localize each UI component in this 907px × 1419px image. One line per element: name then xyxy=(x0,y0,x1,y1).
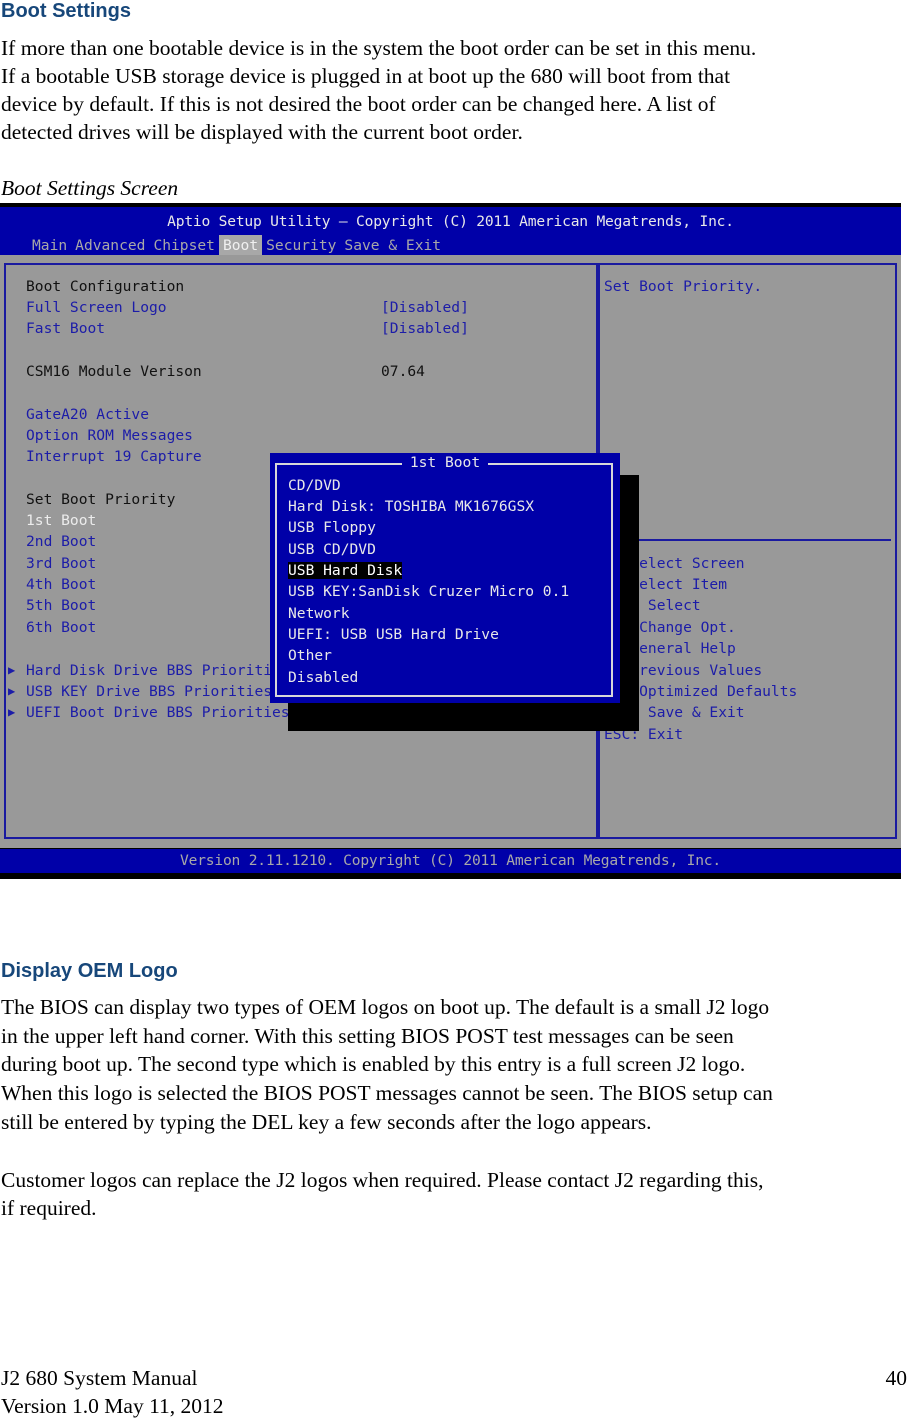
option-3rd-boot[interactable]: 3rd Boot xyxy=(26,553,96,574)
item-label: UEFI Boot Drive BBS Priorities xyxy=(26,704,290,721)
item-label: 1st Boot xyxy=(26,512,97,529)
option-label: USB Floppy xyxy=(288,519,376,536)
popup-option[interactable]: USB Floppy xyxy=(288,517,376,538)
bios-tab-bar: Main Advanced Chipset Boot Security Save… xyxy=(28,235,445,256)
help-divider xyxy=(602,539,891,541)
paragraph-line: if required. xyxy=(1,1196,97,1220)
popup-option[interactable]: Disabled xyxy=(288,667,358,688)
item-label: Boot Configuration xyxy=(26,278,185,295)
item-label: Full Screen Logo xyxy=(26,299,167,316)
item-label: GateA20 Active xyxy=(26,406,150,423)
tab-boot[interactable]: Boot xyxy=(218,235,263,256)
item-label: Option ROM Messages xyxy=(26,427,193,444)
paragraph-line: still be entered by typing the DEL key a… xyxy=(1,1110,652,1134)
submenu-uefi-bbs-priorities[interactable]: UEFI Boot Drive BBS Priorities xyxy=(26,702,290,723)
popup-option[interactable]: CD/DVD xyxy=(288,475,341,496)
popup-title: 1st Boot xyxy=(270,454,620,471)
figure-caption: Boot Settings Screen xyxy=(1,176,179,200)
page-number: 40 xyxy=(885,1366,907,1390)
paragraph-line: device by default. If this is not desire… xyxy=(1,92,716,116)
bios-header: Aptio Setup Utility – Copyright (C) 2011… xyxy=(0,207,901,256)
option-label: Other xyxy=(288,647,332,664)
option-rom-messages[interactable]: Option ROM Messages xyxy=(26,425,193,446)
option-label: UEFI: USB USB Hard Drive xyxy=(288,626,499,643)
tab-advanced[interactable]: Advanced xyxy=(71,235,149,256)
item-label: 2nd Boot xyxy=(26,533,97,550)
item-value: [Disabled] xyxy=(381,299,469,316)
bios-version-text: Version 2.11.1210. Copyright (C) 2011 Am… xyxy=(180,852,721,869)
submenu-arrow-icon: ▶ xyxy=(8,663,16,677)
section-heading-boot-settings: Boot Settings xyxy=(1,0,131,22)
popup-option[interactable]: USB CD/DVD xyxy=(288,539,376,560)
option-label: USB KEY:SanDisk Cruzer Micro 0.1 xyxy=(288,583,570,600)
section-heading-display-oem-logo: Display OEM Logo xyxy=(1,960,178,982)
popup-option[interactable]: Network xyxy=(288,603,350,624)
option-gatea20-active[interactable]: GateA20 Active xyxy=(26,404,149,425)
paragraph-line: detected drives will be displayed with t… xyxy=(1,120,523,144)
tab-security[interactable]: Security xyxy=(262,235,340,256)
popup-option[interactable]: Hard Disk: TOSHIBA MK1676GSX xyxy=(288,496,534,517)
bios-body: Boot Configuration Full Screen Logo [Disa… xyxy=(0,255,901,848)
paragraph-line: When this logo is selected the BIOS POST… xyxy=(1,1081,773,1105)
item-value: [Disabled] xyxy=(381,320,469,337)
option-fast-boot[interactable]: Fast Boot [Disabled] xyxy=(26,318,469,339)
item-label: Fast Boot xyxy=(26,320,106,337)
submenu-arrow-icon: ▶ xyxy=(8,705,16,719)
option-interrupt-19-capture[interactable]: Interrupt 19 Capture xyxy=(26,446,202,467)
option-1st-boot[interactable]: 1st Boot xyxy=(26,510,96,531)
option-4th-boot[interactable]: 4th Boot xyxy=(26,574,96,595)
submenu-hdd-bbs-priorities[interactable]: Hard Disk Drive BBS Prioritie xyxy=(26,660,281,681)
item-label: 5th Boot xyxy=(26,597,97,614)
tab-save-exit[interactable]: Save & Exit xyxy=(340,235,445,256)
submenu-usb-key-bbs-priorities[interactable]: USB KEY Drive BBS Priorities xyxy=(26,681,272,702)
tab-chipset[interactable]: Chipset xyxy=(149,235,219,256)
popup-option[interactable]: Other xyxy=(288,645,332,666)
popup-option-selected[interactable]: USB Hard Disk xyxy=(288,560,403,581)
item-label: 3rd Boot xyxy=(26,555,97,572)
bios-screenshot: Aptio Setup Utility – Copyright (C) 2011… xyxy=(0,203,901,879)
option-2nd-boot[interactable]: 2nd Boot xyxy=(26,531,96,552)
paragraph-line: If more than one bootable device is in t… xyxy=(1,36,757,60)
item-label: Hard Disk Drive BBS Prioritie xyxy=(26,662,281,679)
paragraph-line: If a bootable USB storage device is plug… xyxy=(1,64,731,88)
option-label: Disabled xyxy=(288,669,359,686)
option-label: Network xyxy=(288,605,350,622)
paragraph-line: in the upper left hand corner. With this… xyxy=(1,1024,734,1048)
item-label: USB KEY Drive BBS Priorities xyxy=(26,683,273,700)
item-label: 6th Boot xyxy=(26,619,97,636)
bios-footer: Version 2.11.1210. Copyright (C) 2011 Am… xyxy=(0,849,901,873)
item-label: Set Boot Priority xyxy=(26,491,176,508)
option-label: Hard Disk: TOSHIBA MK1676GSX xyxy=(288,498,535,515)
bios-title: Aptio Setup Utility – Copyright (C) 2011… xyxy=(167,213,734,230)
item-label: 4th Boot xyxy=(26,576,97,593)
item-label: Interrupt 19 Capture xyxy=(26,448,202,465)
option-full-screen-logo[interactable]: Full Screen Logo [Disabled] xyxy=(26,297,469,318)
option-label: CD/DVD xyxy=(288,477,341,494)
popup-option[interactable]: USB KEY:SanDisk Cruzer Micro 0.1 xyxy=(288,581,569,602)
popup-title-text: 1st Boot xyxy=(401,454,489,471)
option-6th-boot[interactable]: 6th Boot xyxy=(26,617,96,638)
option-label: USB CD/DVD xyxy=(288,541,376,558)
popup-option[interactable]: UEFI: USB USB Hard Drive xyxy=(288,624,499,645)
option-5th-boot[interactable]: 5th Boot xyxy=(26,595,96,616)
boot-configuration-header: Boot Configuration xyxy=(26,276,184,297)
item-label: CSM16 Module Verison xyxy=(26,363,202,380)
option-label: USB Hard Disk xyxy=(288,562,403,579)
info-csm16-version: CSM16 Module Verison 07.64 xyxy=(26,361,425,382)
help-panel: Set Boot Priority. Select Screen Select … xyxy=(598,263,897,839)
tab-main[interactable]: Main xyxy=(28,235,71,256)
paragraph-line: The BIOS can display two types of OEM lo… xyxy=(1,995,770,1019)
footer-version: Version 1.0 May 11, 2012 xyxy=(1,1394,224,1418)
submenu-arrow-icon: ▶ xyxy=(8,684,16,698)
paragraph-line: during boot up. The second type which is… xyxy=(1,1052,746,1076)
item-value: 07.64 xyxy=(381,363,425,380)
footer-manual-title: J2 680 System Manual xyxy=(1,1366,198,1390)
boot-option-popup: 1st Boot CD/DVD Hard Disk: TOSHIBA MK167… xyxy=(270,453,620,703)
set-boot-priority-header: Set Boot Priority xyxy=(26,489,175,510)
item-help-text: Set Boot Priority. xyxy=(604,278,763,295)
paragraph-line: Customer logos can replace the J2 logos … xyxy=(1,1168,764,1192)
